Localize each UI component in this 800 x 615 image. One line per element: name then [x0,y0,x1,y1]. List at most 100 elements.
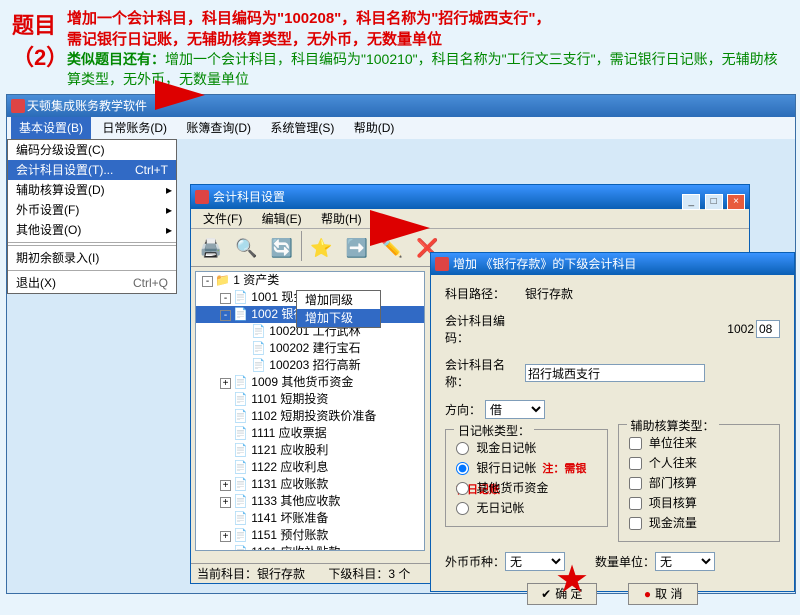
dropdown-item-3[interactable]: 外币设置(F)▸ [8,200,176,220]
tree-row[interactable]: +📄 1133 其他应收款 [196,493,424,510]
question-number: 题目（2） [12,8,67,89]
refresh-icon[interactable]: 🔄 [266,231,298,263]
tree-row[interactable]: 📄 1122 应收利息 [196,459,424,476]
tree-row[interactable]: 📄 1102 短期投资跌价准备 [196,408,424,425]
print-icon[interactable]: 🖨️ [195,231,227,263]
main-menu-bar[interactable]: 基本设置(B) 日常账务(D) 账簿查询(D) 系统管理(S) 帮助(D) [7,117,795,139]
close-button[interactable]: × [727,194,745,210]
journal-radio-1[interactable]: 银行日记帐注：需银行日记账 [456,458,597,478]
aux-check-3[interactable]: 项目核算 [629,493,770,513]
tree-row[interactable]: +📄 1131 应收账款 [196,476,424,493]
tree-row[interactable]: 📄 100203 招行高新 [196,357,424,374]
sub-menu-file[interactable]: 文件(F) [195,212,250,226]
dropdown-item-4[interactable]: 其他设置(O)▸ [8,220,176,240]
dropdown-item-2[interactable]: 辅助核算设置(D)▸ [8,180,176,200]
question-text-2: 需记银行日记账，无辅助核算类型，无外币，无数量单位 [67,29,787,50]
tree-label: 100202 建行宝石 [269,341,360,355]
arrow-icon[interactable]: ➡️ [341,231,373,263]
expand-icon[interactable]: + [220,480,231,491]
tree-row[interactable]: 📄 1111 应收票据 [196,425,424,442]
menu-daily[interactable]: 日常账务(D) [94,117,175,139]
code-prefix [716,320,756,338]
check-icon: ✔ [541,587,551,601]
qty-label: 数量单位： [595,553,655,570]
basic-settings-dropdown[interactable]: 编码分级设置(C)会计科目设置(T)...Ctrl+T辅助核算设置(D)▸外币设… [7,139,177,294]
folder-icon: 📄 [233,426,248,440]
minimize-button[interactable]: _ [682,194,700,210]
expand-icon[interactable]: - [202,276,213,287]
journal-radio-2[interactable]: 其他货币资金 [456,478,597,498]
aux-check-0[interactable]: 单位往来 [629,433,770,453]
code-label: 会计科目编码： [445,312,525,346]
tree-label: 1102 短期投资跌价准备 [251,409,376,423]
question-header: 题目（2） 增加一个会计科目，科目编码为"100208"，科目名称为"招行城西支… [0,0,800,97]
folder-icon: 📄 [233,409,248,423]
folder-icon: 📄 [251,324,266,338]
aux-check-1[interactable]: 个人往来 [629,453,770,473]
menu-system[interactable]: 系统管理(S) [262,117,342,139]
menu-query[interactable]: 账簿查询(D) [178,117,259,139]
expand-icon[interactable]: + [220,531,231,542]
expand-icon[interactable]: + [220,497,231,508]
ctx-add-sibling[interactable]: 增加同级 [297,291,380,309]
cancel-button[interactable]: ●取 消 [628,583,698,605]
add-subject-dialog: 增加 《银行存款》的下级会计科目 科目路径： 银行存款 会计科目编码： 会计科目… [430,252,795,592]
tree-label: 1133 其他应收款 [251,494,340,508]
folder-icon: 📄 [251,358,266,372]
journal-radio-3[interactable]: 无日记帐 [456,498,597,518]
tree-row[interactable]: 📄 100202 建行宝石 [196,340,424,357]
currency-label: 外币币种： [445,553,505,570]
tree-label: 1161 应收补贴款 [251,545,340,551]
tree-label: 1009 其他货币资金 [251,375,353,389]
tree-label: 1151 预付账款 [251,528,328,542]
direction-select[interactable]: 借 [485,400,545,419]
tree-row[interactable]: 📄 1161 应收补贴款 [196,544,424,551]
qty-select[interactable]: 无 [655,552,715,571]
folder-icon: 📄 [233,460,248,474]
search-icon[interactable]: 🔍 [230,231,262,263]
tree-label: 1 资产类 [233,273,279,287]
name-label: 会计科目名称： [445,356,525,390]
folder-icon: 📄 [233,477,248,491]
tree-row[interactable]: +📄 1151 预付账款 [196,527,424,544]
dropdown-item-5[interactable]: 期初余额录入(I) [8,248,176,268]
subject-tree[interactable]: -📁 1 资产类-📄 1001 现金-📄 1002 银行存款📄 100201 工… [195,271,425,551]
tree-row[interactable]: -📁 1 资产类 [196,272,424,289]
question-text-1: 增加一个会计科目，科目编码为"100208"，科目名称为"招行城西支行"， [67,8,787,29]
tree-label: 1131 应收账款 [251,477,328,491]
menu-basic-settings[interactable]: 基本设置(B) [11,117,91,139]
expand-icon[interactable]: - [220,310,231,321]
aux-check-4[interactable]: 现金流量 [629,513,770,533]
menu-help[interactable]: 帮助(D) [346,117,403,139]
tree-row[interactable]: +📄 1009 其他货币资金 [196,374,424,391]
main-title-bar: 天顿集成账务教学软件 [7,95,795,117]
tree-row[interactable]: 📄 1101 短期投资 [196,391,424,408]
folder-icon: 📄 [233,443,248,457]
dropdown-item-6[interactable]: 退出(X)Ctrl+Q [8,273,176,293]
direction-label: 方向： [445,401,485,418]
sub-menu-bar[interactable]: 文件(F) 编辑(E) 帮助(H) [191,209,749,229]
journal-legend: 日记帐类型： [454,422,534,439]
favorite-icon[interactable]: ⭐ [305,231,337,263]
dialog-title: 增加 《银行存款》的下级会计科目 [431,253,794,275]
dropdown-item-1[interactable]: 会计科目设置(T)...Ctrl+T [8,160,176,180]
code-suffix-input[interactable] [756,320,780,338]
ctx-add-child[interactable]: 增加下级 [297,309,380,327]
sub-menu-help[interactable]: 帮助(H) [313,212,370,226]
expand-icon[interactable]: - [220,293,231,304]
sub-menu-edit[interactable]: 编辑(E) [254,212,310,226]
aux-group: 辅助核算类型： 单位往来 个人往来 部门核算 项目核算 现金流量 [618,424,781,542]
tree-row[interactable]: 📄 1141 坏账准备 [196,510,424,527]
maximize-button[interactable]: □ [705,194,723,210]
path-value: 银行存款 [525,285,573,302]
folder-icon: 📄 [251,341,266,355]
context-menu[interactable]: 增加同级 增加下级 [296,290,381,328]
expand-icon[interactable]: + [220,378,231,389]
dropdown-item-0[interactable]: 编码分级设置(C) [8,140,176,160]
folder-icon: 📄 [233,545,248,551]
name-input[interactable] [525,364,705,382]
aux-check-2[interactable]: 部门核算 [629,473,770,493]
journal-radio-0[interactable]: 现金日记帐 [456,438,597,458]
journal-group: 日记帐类型： 现金日记帐 银行日记帐注：需银行日记账 其他货币资金 无日记帐 [445,429,608,527]
tree-row[interactable]: 📄 1121 应收股利 [196,442,424,459]
